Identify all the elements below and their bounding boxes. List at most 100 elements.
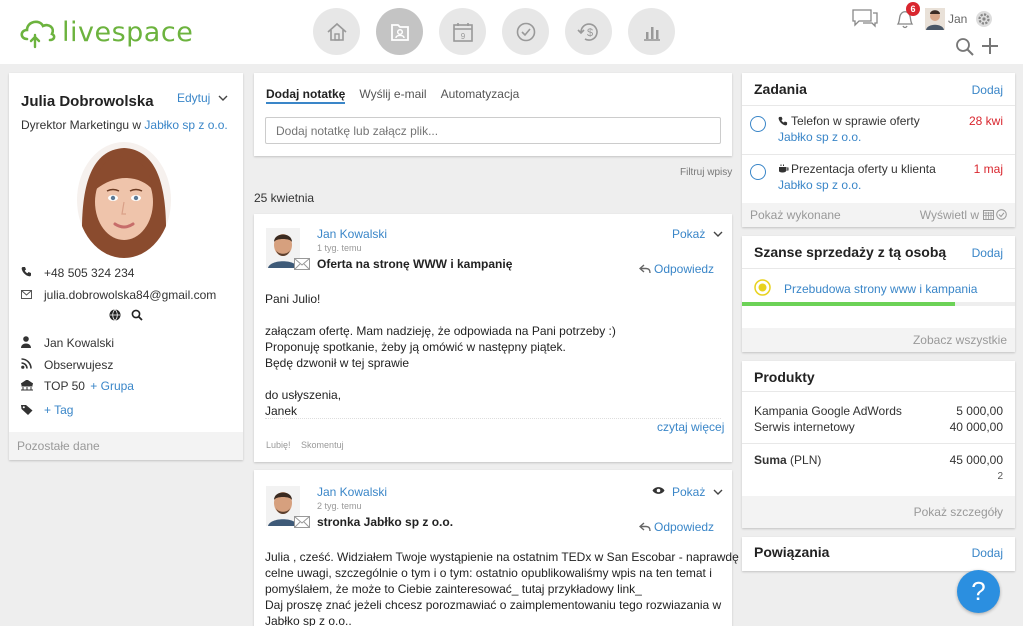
reply-label[interactable]: Odpowiedz	[654, 262, 714, 276]
task-checkbox[interactable]	[750, 164, 766, 180]
body-line: Janek	[265, 404, 298, 418]
feed-post: Jan Kowalski 2 tyg. temu stronka Jabłko …	[254, 470, 739, 626]
calendar-day: 9	[460, 32, 465, 41]
relations-add-link[interactable]: Dodaj	[972, 546, 1003, 560]
chat-icon[interactable]	[851, 8, 879, 28]
task-date: 1 maj	[973, 162, 1003, 176]
email-type-icon	[294, 516, 310, 528]
help-button[interactable]: ?	[957, 570, 1000, 613]
relations-panel: Powiązania Dodaj	[742, 537, 1015, 571]
body-line: Pani Julio!	[265, 292, 321, 306]
divider	[742, 443, 1015, 444]
envelope-icon	[21, 290, 32, 299]
edit-dropdown[interactable]: Edytuj	[177, 91, 228, 105]
home-icon	[326, 22, 347, 41]
feed-date-label: 25 kwietnia	[254, 191, 315, 205]
plus-icon[interactable]	[981, 37, 999, 55]
reply-button[interactable]: Odpowiedz	[639, 520, 714, 534]
contacts-icon	[390, 23, 409, 41]
sum-text: Suma	[754, 453, 787, 467]
task-title[interactable]: Telefon w sprawie oferty	[791, 114, 920, 128]
task-item[interactable]: Prezentacja oferty u klienta Jabłko sp z…	[742, 155, 1015, 203]
help-icon: ?	[971, 576, 986, 606]
details-link[interactable]: Pokaż szczegóły	[914, 505, 1003, 519]
product-price: 40 000,00	[949, 420, 1003, 434]
product-count: 2	[997, 471, 1003, 482]
nav-deals-button[interactable]: $	[565, 8, 612, 55]
nav-tasks-button[interactable]	[502, 8, 549, 55]
body-line: Daj proszę znać jeżeli chcesz porozmawia…	[265, 598, 722, 612]
search-icon[interactable]	[955, 37, 975, 57]
show-label[interactable]: Pokaż	[672, 227, 705, 241]
tab-send-email[interactable]: Wyślij e-mail	[359, 87, 426, 104]
reports-icon	[643, 26, 660, 41]
reply-button[interactable]: Odpowiedz	[639, 262, 714, 276]
composer-tabs: Dodaj notatkę Wyślij e-mail Automatyzacj…	[266, 87, 519, 104]
user-name[interactable]: Jan	[948, 12, 967, 26]
like-link[interactable]: Lubię!	[266, 440, 291, 450]
follow-status[interactable]: Obserwujesz	[44, 358, 113, 372]
reply-label[interactable]: Odpowiedz	[654, 520, 714, 534]
divider	[742, 391, 1015, 392]
tab-add-note[interactable]: Dodaj notatkę	[266, 87, 346, 104]
task-company[interactable]: Jabłko sp z o.o.	[778, 178, 861, 192]
show-dropdown[interactable]: Pokaż	[672, 227, 723, 241]
calendar-icon: 9	[452, 22, 473, 42]
sum-currency: (PLN)	[790, 453, 822, 467]
more-data-label[interactable]: Pozostałe dane	[17, 439, 100, 453]
nav-calendar-button[interactable]: 9	[439, 8, 486, 55]
magnifier-icon[interactable]	[131, 309, 143, 321]
task-checkbox[interactable]	[750, 116, 766, 132]
comment-link[interactable]: Skomentuj	[301, 440, 344, 450]
user-avatar[interactable]	[925, 8, 945, 30]
tasks-add-link[interactable]: Dodaj	[972, 83, 1003, 97]
task-title[interactable]: Prezentacja oferty u klienta	[791, 162, 936, 176]
tab-automation[interactable]: Automatyzacja	[441, 87, 520, 104]
body-line: pomyślałem, że może to Ciebie zaintereso…	[265, 582, 642, 596]
nav-contacts-button[interactable]	[376, 8, 423, 55]
task-company[interactable]: Jabłko sp z o.o.	[778, 130, 861, 144]
cloud-logo-icon	[20, 20, 56, 49]
calendar-small-icon[interactable]	[983, 209, 994, 220]
gear-icon[interactable]	[975, 10, 993, 28]
nav-home-button[interactable]	[313, 8, 360, 55]
composer-panel: Dodaj notatkę Wyślij e-mail Automatyzacj…	[254, 73, 732, 156]
show-label[interactable]: Pokaż	[672, 485, 705, 499]
contact-card: Julia Dobrowolska Edytuj Dyrektor Market…	[9, 73, 243, 460]
post-subject: Oferta na stronę WWW i kampanię	[317, 257, 513, 271]
post-author[interactable]: Jan Kowalski	[317, 227, 387, 241]
contact-phone[interactable]: +48 505 324 234	[44, 266, 134, 280]
filter-entries-link[interactable]: Filtruj wpisy	[680, 167, 732, 178]
read-more-link[interactable]: czytaj więcej	[657, 420, 724, 434]
add-group-link[interactable]: + Grupa	[90, 379, 134, 393]
products-footer: Pokaż szczegóły	[742, 496, 1015, 528]
relations-title: Powiązania	[754, 544, 830, 560]
contact-email[interactable]: julia.dobrowolska84@gmail.com	[44, 288, 216, 302]
body-line: Julia , cześć. Widziałem Twoje wystąpien…	[265, 550, 739, 564]
email-type-icon	[294, 258, 310, 270]
contact-company-link[interactable]: Jabłko sp z o.o.	[144, 118, 227, 132]
chevron-down-icon	[218, 95, 228, 101]
see-all-link[interactable]: Zobacz wszystkie	[913, 333, 1007, 347]
body-line: celne uwagi, szczególnie o tym i o tym: …	[265, 566, 712, 580]
nav-reports-button[interactable]	[628, 8, 675, 55]
more-data-footer[interactable]: Pozostałe dane	[9, 432, 243, 460]
check-circle-icon[interactable]	[996, 209, 1007, 220]
deals-add-link[interactable]: Dodaj	[972, 246, 1003, 260]
show-done-link[interactable]: Pokaż wykonane	[750, 208, 841, 222]
deal-name[interactable]: Przebudowa strony www i kampania	[784, 282, 977, 296]
show-in-link[interactable]: Wyświetl w	[920, 208, 979, 222]
add-tag-link[interactable]: + Tag	[44, 403, 73, 417]
svg-text:$: $	[586, 27, 592, 39]
top-right-tools: 6 Jan	[851, 2, 1011, 62]
post-author[interactable]: Jan Kowalski	[317, 485, 387, 499]
body-line: Jabłko sp z o.o..	[265, 614, 352, 626]
note-input[interactable]	[265, 117, 721, 144]
show-dropdown[interactable]: Pokaż	[672, 485, 723, 499]
task-item[interactable]: Telefon w sprawie oferty Jabłko sp z o.o…	[742, 106, 1015, 154]
livespace-logo[interactable]: livespace	[18, 12, 193, 52]
globe-icon[interactable]	[109, 309, 121, 321]
edit-link[interactable]: Edytuj	[177, 91, 210, 105]
reply-icon	[639, 264, 651, 274]
post-body: Julia , cześć. Widziałem Twoje wystąpien…	[265, 549, 739, 626]
